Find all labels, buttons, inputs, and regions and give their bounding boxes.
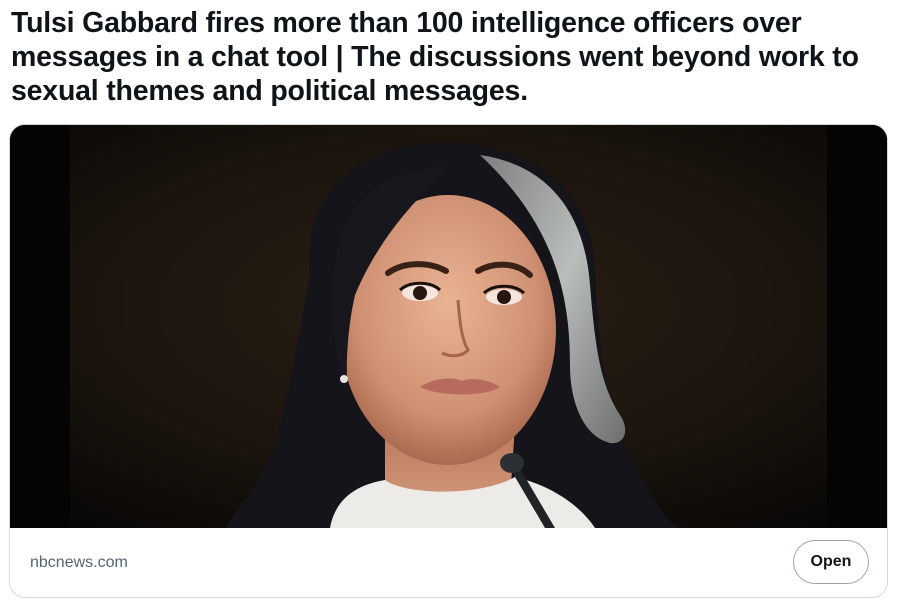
portrait-image xyxy=(10,125,887,528)
source-domain[interactable]: nbcnews.com xyxy=(30,554,128,572)
link-preview-card[interactable]: nbcnews.com Open xyxy=(9,124,888,598)
card-photo[interactable] xyxy=(10,125,887,528)
card-footer: nbcnews.com Open xyxy=(10,528,887,597)
post-headline: Tulsi Gabbard fires more than 100 intell… xyxy=(11,7,859,107)
open-button[interactable]: Open xyxy=(793,540,869,584)
